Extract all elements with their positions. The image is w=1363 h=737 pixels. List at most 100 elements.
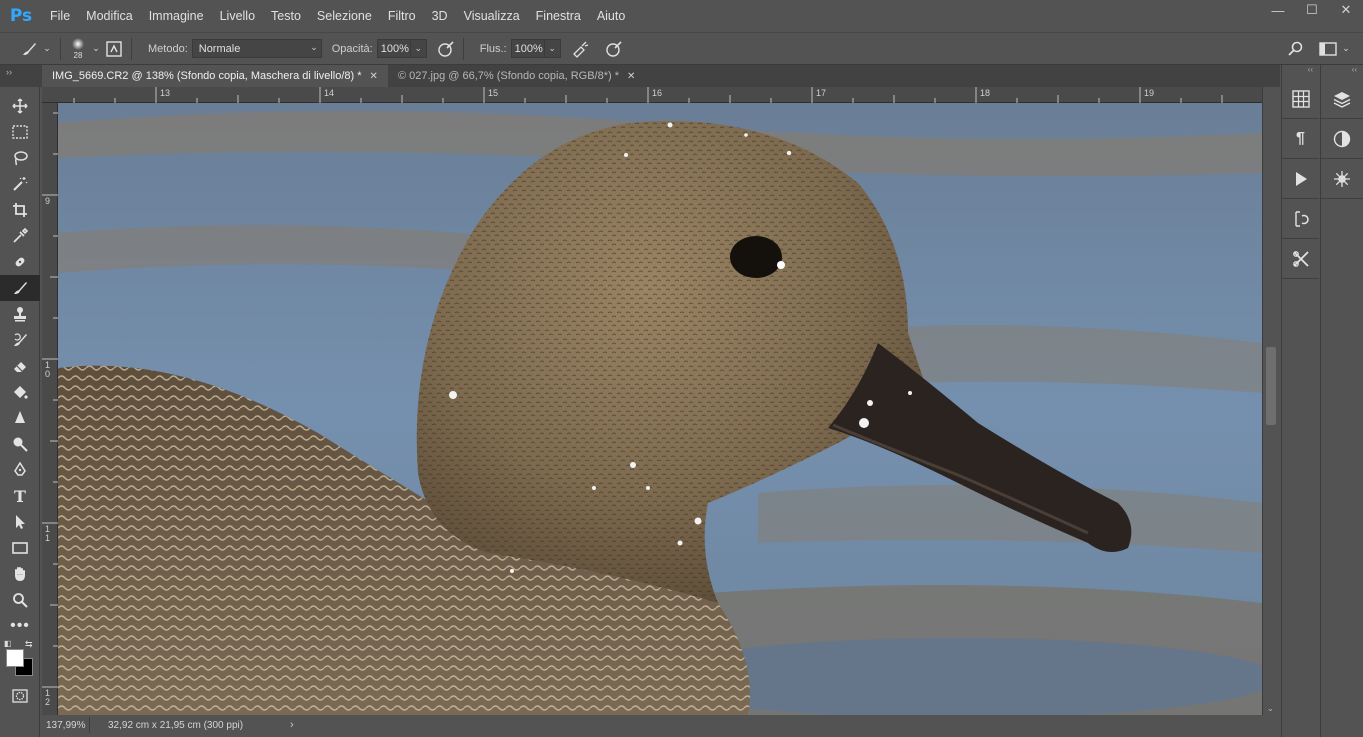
swatches-panel-icon[interactable] [1282, 79, 1319, 119]
divider [462, 37, 464, 60]
hand-icon[interactable] [0, 561, 40, 587]
chevron-down-icon[interactable]: ⌄ [40, 38, 54, 60]
dodge-icon[interactable] [0, 431, 40, 457]
layers-panel-icon[interactable] [1321, 79, 1363, 119]
tab-img-5669[interactable]: IMG_5669.CR2 @ 138% (Sfondo copia, Masch… [42, 65, 388, 87]
maximize-button[interactable]: ☐ [1295, 0, 1329, 20]
brush-tip-icon [72, 38, 84, 50]
ruler-label: 1 0 [45, 360, 51, 379]
default-colors-icon[interactable]: ◧ [4, 639, 12, 648]
divider [131, 37, 132, 60]
foreground-color[interactable] [6, 649, 24, 667]
options-bar: ⌄ 28 ⌄ Metodo: Normale ⌄ Opacità: 100% ⌄… [0, 32, 1363, 65]
ruler-label: 19 [1144, 88, 1155, 98]
paragraph-panel-icon[interactable]: ¶ [1282, 119, 1319, 159]
menu-testo[interactable]: Testo [263, 0, 309, 32]
vertical-scrollbar[interactable]: ⌄ [1262, 87, 1280, 715]
eraser-icon[interactable] [0, 353, 40, 379]
tab-027-jpg[interactable]: © 027.jpg @ 66,7% (Sfondo copia, RGB/8*)… [387, 65, 646, 87]
brush-preset-icon[interactable] [18, 38, 40, 60]
history-panel-icon[interactable] [1282, 199, 1319, 239]
pen-icon[interactable] [0, 457, 40, 483]
search-icon[interactable] [1285, 38, 1307, 60]
ruler-label: 18 [980, 88, 991, 98]
path-select-icon[interactable] [0, 509, 40, 535]
bucket-icon[interactable] [0, 379, 40, 405]
menu-file[interactable]: File [42, 0, 78, 32]
brush-icon[interactable] [0, 275, 40, 301]
zoom-level-input[interactable]: 137,99% [42, 717, 90, 733]
document-tabs: ›› IMG_5669.CR2 @ 138% (Sfondo copia, Ma… [0, 65, 1280, 87]
menu-livello[interactable]: Livello [212, 0, 263, 32]
scrollbar-thumb[interactable] [1266, 347, 1276, 425]
collapse-panels-icon[interactable]: ‹‹ [1321, 65, 1363, 79]
brush-settings-icon[interactable] [103, 38, 125, 60]
method-select[interactable]: Normale ⌄ [191, 39, 322, 58]
more-icon[interactable]: ••• [0, 613, 40, 639]
ruler-ticks [42, 112, 58, 688]
tab-label: © 027.jpg @ 66,7% (Sfondo copia, RGB/8*)… [397, 70, 619, 82]
scroll-down-icon[interactable]: ⌄ [1267, 704, 1274, 713]
tool-presets-panel-icon[interactable] [1282, 239, 1319, 279]
rectangle-icon[interactable] [0, 535, 40, 561]
close-icon[interactable]: ✕ [627, 71, 635, 82]
collapse-panels-icon[interactable]: ‹‹ [1282, 65, 1319, 79]
menu-filtro[interactable]: Filtro [380, 0, 424, 32]
chevron-down-icon[interactable]: ⌄ [89, 38, 103, 60]
healing-icon[interactable] [0, 249, 40, 275]
document-canvas[interactable] [58, 103, 1262, 715]
flow-input[interactable]: 100% [510, 39, 545, 58]
close-icon[interactable]: ✕ [370, 71, 378, 82]
chevron-down-icon: ⌄ [310, 42, 318, 52]
marquee-icon[interactable] [0, 119, 40, 145]
eyedropper-icon[interactable] [0, 223, 40, 249]
brush-size-picker[interactable]: 28 [67, 37, 89, 60]
pressure-size-icon[interactable] [603, 38, 625, 60]
duck-photo [58, 103, 1262, 715]
adjustments-panel-icon[interactable] [1321, 119, 1363, 159]
chevron-down-icon[interactable]: ⌄ [1339, 38, 1353, 60]
menu-immagine[interactable]: Immagine [141, 0, 212, 32]
lasso-icon[interactable] [0, 145, 40, 171]
opacity-label: Opacità: [331, 42, 373, 55]
ruler-label: 15 [488, 88, 499, 98]
flow-dropdown-icon[interactable]: ⌄ [544, 39, 561, 58]
menu-3d[interactable]: 3D [424, 0, 456, 32]
minimize-button[interactable]: — [1261, 0, 1295, 20]
opacity-input[interactable]: 100% [376, 39, 411, 58]
zoom-icon[interactable] [0, 587, 40, 613]
brush-size-value: 28 [73, 51, 83, 60]
pressure-opacity-icon[interactable] [435, 38, 457, 60]
menu-aiuto[interactable]: Aiuto [589, 0, 634, 32]
stamp-icon[interactable] [0, 301, 40, 327]
menu-modifica[interactable]: Modifica [78, 0, 141, 32]
ruler-vertical: 9 1 0 1 1 1 2 [42, 103, 58, 715]
ruler-label: 16 [652, 88, 663, 98]
tools-panel: T ••• ◧ ⇆ [0, 87, 40, 737]
color-swatches: ◧ ⇆ [0, 639, 40, 679]
ruler-label: 13 [160, 88, 171, 98]
status-bar: 137,99% 32,92 cm x 21,95 cm (300 ppi) › [42, 715, 1262, 735]
type-icon[interactable]: T [0, 483, 40, 509]
blur-icon[interactable] [0, 405, 40, 431]
workspace-icon[interactable] [1317, 38, 1339, 60]
menu-finestra[interactable]: Finestra [528, 0, 589, 32]
crop-icon[interactable] [0, 197, 40, 223]
history-brush-icon[interactable] [0, 327, 40, 353]
menu-visualizza[interactable]: Visualizza [456, 0, 528, 32]
collapse-toolbar-icon[interactable]: ›› [0, 65, 42, 87]
menu-selezione[interactable]: Selezione [309, 0, 380, 32]
quick-mask-icon[interactable] [0, 683, 40, 709]
ruler-label: 14 [324, 88, 335, 98]
airbrush-icon[interactable] [569, 38, 591, 60]
move-icon[interactable] [0, 93, 40, 119]
ruler-label: 17 [816, 88, 827, 98]
actions-panel-icon[interactable] [1282, 159, 1319, 199]
properties-panel-icon[interactable] [1321, 159, 1363, 199]
magic-wand-icon[interactable] [0, 171, 40, 197]
chevron-right-icon[interactable]: › [290, 719, 294, 731]
divider [60, 37, 61, 60]
swap-colors-icon[interactable]: ⇆ [25, 639, 33, 650]
close-button[interactable]: ✕ [1329, 0, 1363, 20]
opacity-dropdown-icon[interactable]: ⌄ [410, 39, 427, 58]
